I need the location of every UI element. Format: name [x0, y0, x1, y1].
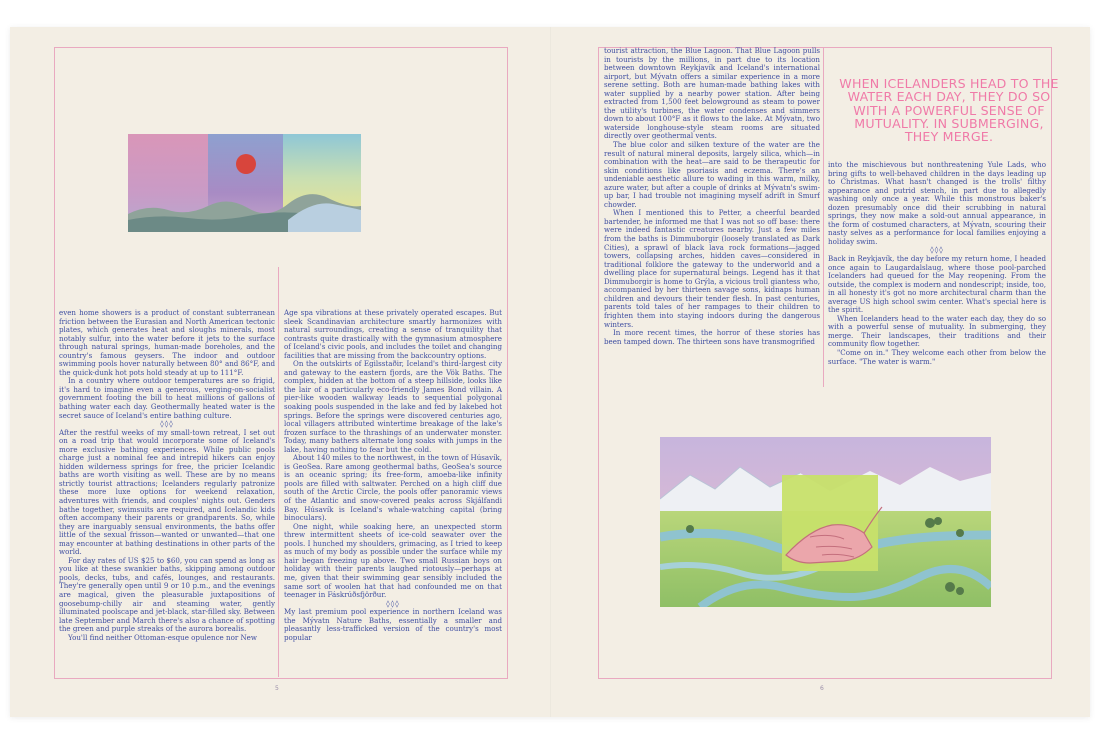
- body-paragraph: My last premium pool experience in north…: [284, 607, 502, 642]
- body-paragraph: For day rates of US $25 to $60, you can …: [59, 555, 275, 634]
- body-paragraph: One night, while soaking here, an unexpe…: [284, 521, 502, 600]
- body-paragraph: About 140 miles to the northwest, in the…: [284, 453, 502, 523]
- pull-quote: When Icelanders head to the water each d…: [839, 76, 1059, 145]
- right-page-column-2: into the mischievous but nonthreatening …: [828, 161, 1046, 381]
- body-paragraph: "Come on in." They welcome each other fr…: [828, 347, 1046, 366]
- body-paragraph: When Icelanders head to the water each d…: [828, 313, 1046, 349]
- body-paragraph: On the outskirts of Egilsstaðir, Iceland…: [284, 359, 502, 454]
- body-paragraph: In a country where outdoor temperatures …: [59, 376, 275, 420]
- column-divider: [823, 47, 824, 387]
- handshake-watercolor-illustration: [660, 437, 991, 607]
- column-divider: [278, 267, 279, 677]
- body-paragraph: You'll find neither Ottoman-esque opulen…: [68, 632, 257, 642]
- left-page-column-2: Age spa vibrations at these privately op…: [284, 309, 502, 704]
- triptych-watercolor-illustration: [128, 134, 361, 232]
- red-sun-icon: [236, 154, 256, 174]
- body-paragraph: Back in Reykjavík, the day before my ret…: [828, 253, 1046, 315]
- body-paragraph: into the mischievous but nonthreatening …: [828, 161, 1046, 246]
- body-paragraph: When I mentioned this to Petter, a cheer…: [604, 208, 820, 329]
- right-page-column-1: tourist attraction, the Blue Lagoon. Tha…: [604, 47, 820, 385]
- spine-gutter: [550, 27, 551, 717]
- body-paragraph: Age spa vibrations at these privately op…: [284, 309, 502, 360]
- body-paragraph: In more recent times, the horror of thes…: [604, 328, 820, 346]
- right-page-number: 6: [820, 685, 824, 692]
- magazine-spread: even home showers is a product of consta…: [10, 27, 1090, 717]
- left-page-column-1: even home showers is a product of consta…: [59, 309, 275, 704]
- body-paragraph: After the restful weeks of my small-town…: [59, 427, 275, 557]
- body-paragraph: tourist attraction, the Blue Lagoon. Tha…: [604, 47, 820, 141]
- body-paragraph: even home showers is a product of consta…: [59, 309, 275, 377]
- body-paragraph: The blue color and silken texture of the…: [604, 140, 820, 209]
- left-page-number: 5: [275, 685, 279, 692]
